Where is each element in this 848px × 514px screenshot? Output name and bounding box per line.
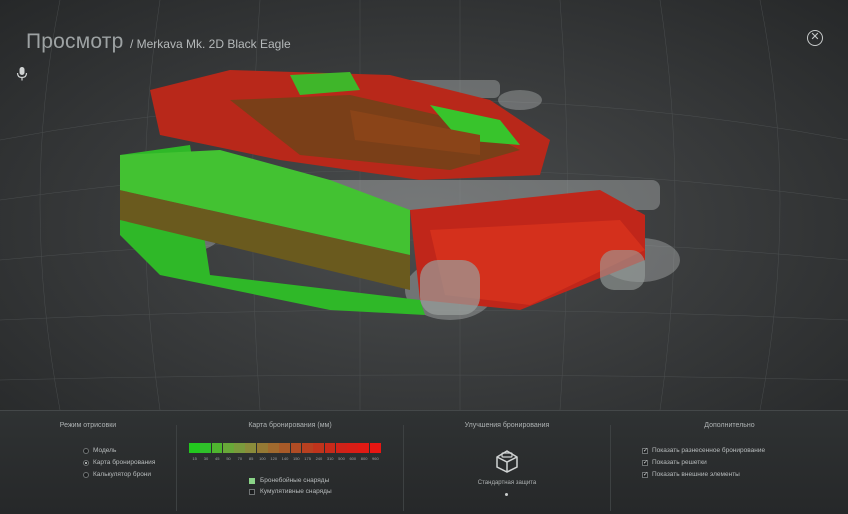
scale-cell [347, 443, 358, 453]
armor-viewer-viewport[interactable]: Просмотр / Merkava Mk. 2D Black Eagle ✕ [0, 0, 848, 410]
tank-armor-model[interactable] [100, 60, 720, 360]
scale-label: 70 [237, 456, 243, 461]
scale-label: 600 [349, 456, 357, 461]
render-mode-model[interactable]: Модель [83, 447, 116, 454]
vehicle-name: / Merkava Mk. 2D Black Eagle [129, 37, 291, 51]
armor-map-section: Карта бронирования (мм) [177, 411, 403, 514]
option-spaced-armor[interactable]: ✓ Показать разнесенное бронирование [642, 447, 765, 454]
scale-cell [335, 443, 347, 453]
render-mode-title: Режим отрисовки [59, 422, 117, 429]
scale-cell [256, 443, 268, 453]
option-grilles[interactable]: ✓ Показать решетки [642, 459, 707, 466]
legend-swatch-heat [249, 488, 255, 495]
track-front [420, 260, 480, 315]
armor-upgrade-label: Стандартная защита [477, 480, 537, 486]
scale-label: 175 [304, 456, 311, 461]
checkbox-spaced-armor[interactable]: ✓ [642, 447, 648, 454]
page-dot[interactable] [505, 493, 508, 496]
radio-model[interactable] [83, 447, 89, 454]
radio-armor-map[interactable] [83, 459, 89, 466]
legend-label: Кумулятивные снаряды [260, 488, 332, 495]
microphone-icon[interactable] [15, 66, 29, 82]
scale-cell [301, 443, 313, 453]
scale-label: 45 [215, 456, 220, 461]
scale-label: 85 [248, 456, 254, 461]
radio-calculator[interactable] [83, 471, 89, 478]
option-label: Показать решетки [652, 459, 707, 466]
render-mode-armor-map[interactable]: Карта бронирования [83, 459, 155, 466]
scale-label: 800 [360, 456, 368, 461]
render-mode-label: Калькулятор брони [93, 471, 152, 478]
checkbox-external-elements[interactable]: ✓ [642, 471, 648, 478]
extra-title: Дополнительно [704, 422, 755, 429]
scale-cell [358, 443, 370, 453]
page-title: Просмотр / Merkava Mk. 2D Black Eagle [26, 30, 291, 54]
scale-label: 120 [270, 456, 278, 461]
scale-cell [222, 443, 234, 453]
render-mode-label: Модель [93, 447, 117, 454]
scale-label: 50 [226, 456, 231, 461]
option-label: Показать разнесенное бронирование [652, 447, 766, 454]
legend-heat-shells[interactable]: Кумулятивные снаряды [249, 488, 332, 495]
armor-scale-labels: 15 30 45 50 70 85 100 120 140 150 175 240 310 500 600 8… [189, 456, 381, 461]
track-rear [600, 250, 645, 290]
scale-cell [313, 443, 325, 453]
extra-section: Дополнительно ✓ Показать разнесенное бро… [611, 411, 848, 514]
legend-swatch-ap [249, 477, 255, 484]
option-label: Показать внешние элементы [652, 471, 740, 478]
scale-label: 15 [192, 456, 197, 461]
checkbox-grilles[interactable]: ✓ [642, 459, 648, 466]
armor-color-scale [189, 443, 381, 453]
render-mode-calculator[interactable]: Калькулятор брони [83, 471, 151, 478]
scale-cell [211, 443, 223, 453]
scale-cell [324, 443, 336, 453]
scale-cell [234, 443, 245, 453]
armor-upgrades-title: Улучшения бронирования [464, 422, 550, 429]
scale-label: 30 [203, 456, 209, 461]
legend-ap-shells[interactable]: Бронебойные снаряды [249, 477, 329, 484]
scale-label: 140 [281, 456, 289, 461]
scale-label: 240 [315, 456, 323, 461]
scale-cell [189, 443, 200, 453]
scale-cell [290, 443, 302, 453]
scale-label: 500 [338, 456, 345, 461]
scale-label: 150 [292, 456, 300, 461]
armor-box-icon[interactable] [493, 446, 521, 474]
scale-label: 960 [372, 456, 379, 461]
armor-upgrades-section: Улучшения бронирования Стандартная защит… [404, 411, 610, 514]
scale-label: 100 [259, 456, 266, 461]
legend-label: Бронебойные снаряды [260, 477, 330, 484]
close-icon[interactable]: ✕ [807, 30, 823, 46]
scale-cell [245, 443, 257, 453]
render-mode-label: Карта бронирования [93, 459, 156, 466]
bottom-panel: Режим отрисовки Модель Карта бронировани… [0, 410, 848, 514]
scale-cell [279, 443, 291, 453]
scale-cell [268, 443, 279, 453]
scale-cell [200, 443, 212, 453]
option-external-elements[interactable]: ✓ Показать внешние элементы [642, 471, 740, 478]
scale-cell [369, 443, 381, 453]
scale-label: 310 [326, 456, 334, 461]
armor-map-title: Карта бронирования (мм) [248, 422, 332, 429]
render-mode-section: Режим отрисовки Модель Карта бронировани… [0, 411, 176, 514]
view-title: Просмотр [26, 30, 124, 53]
